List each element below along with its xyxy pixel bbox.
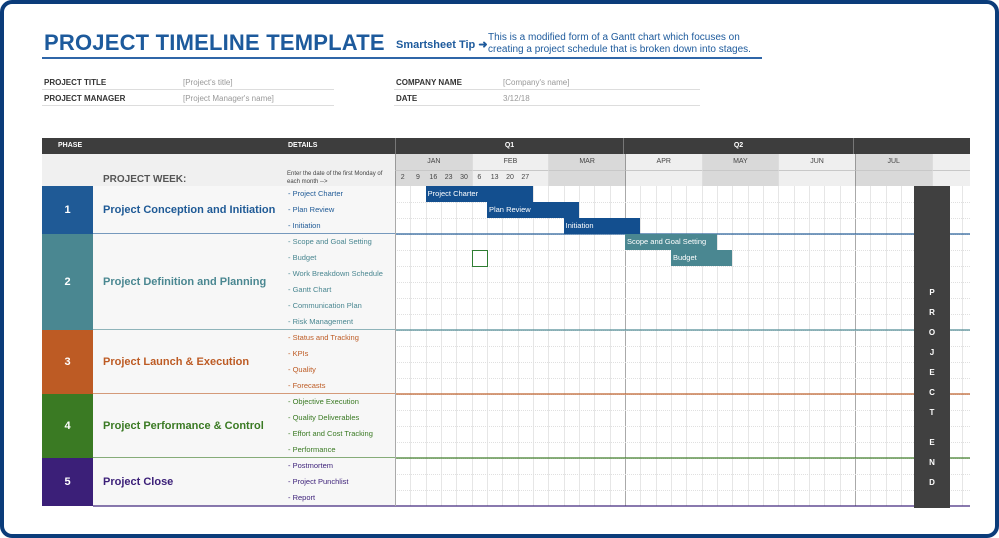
week-row-cell <box>548 170 625 186</box>
week-number[interactable]: 6 <box>472 170 487 186</box>
grid-divider <box>395 186 396 506</box>
gantt-bar[interactable]: Budget <box>670 250 733 266</box>
phase-name: Project Conception and Initiation <box>93 186 285 234</box>
grid-row-line <box>395 490 970 491</box>
details-header: DETAILS <box>288 142 318 149</box>
phase-separator <box>93 505 970 507</box>
month-header: FEB <box>471 154 549 170</box>
phase-number: 5 <box>42 458 93 506</box>
quarter-header: Q2 <box>623 138 853 154</box>
grid-row-line <box>395 202 970 203</box>
grid-row-line <box>395 346 970 347</box>
phase-name: Project Performance & Control <box>93 394 285 458</box>
week-number[interactable]: 9 <box>410 170 425 186</box>
company-name-label: COMPANY NAME <box>396 78 462 87</box>
date-field[interactable]: 3/12/18 <box>503 94 530 103</box>
phase-detail-item: - Project Punchlist <box>285 474 395 490</box>
phase-name: Project Close <box>93 458 285 506</box>
week-row-cell <box>778 170 855 186</box>
month-header: JAN <box>395 154 472 170</box>
week-hint: Enter the date of the first Monday of ea… <box>287 171 383 185</box>
phase-detail-item: - Gantt Chart <box>285 282 395 298</box>
month-header <box>931 154 970 170</box>
week-row-cell <box>931 170 970 186</box>
grid-row-line <box>395 426 970 427</box>
month-header: MAR <box>548 154 625 170</box>
phase-detail-item: - Scope and Goal Setting <box>285 234 395 250</box>
gantt-bar[interactable]: Initiation <box>563 218 641 234</box>
gantt-bar[interactable]: Scope and Goal Setting <box>624 234 717 250</box>
week-number[interactable]: 2 <box>395 170 410 186</box>
tip-label: Smartsheet Tip ➜ <box>396 39 488 51</box>
phase-detail-item: - KPIs <box>285 346 395 362</box>
week-row-cell <box>701 170 779 186</box>
phase-detail-item: - Report <box>285 490 395 506</box>
grid-row-line <box>395 442 970 443</box>
week-number[interactable]: 13 <box>487 170 502 186</box>
phase-detail-item: - Forecasts <box>285 378 395 394</box>
phase-detail-item: - Risk Management <box>285 314 395 330</box>
phase-name: Project Definition and Planning <box>93 234 285 330</box>
week-number[interactable]: 16 <box>426 170 441 186</box>
company-name-field[interactable]: [Company's name] <box>503 78 569 87</box>
phase-detail-item: - Objective Execution <box>285 394 395 410</box>
phase-detail-item: - Initiation <box>285 218 395 234</box>
week-number[interactable]: 23 <box>441 170 456 186</box>
title-rule <box>42 57 762 59</box>
page-title: PROJECT TIMELINE TEMPLATE <box>44 30 385 55</box>
phase-detail-item: - Work Breakdown Schedule <box>285 266 395 282</box>
grid-row-line <box>395 314 970 315</box>
week-number[interactable]: 27 <box>518 170 533 186</box>
project-week-label: PROJECT WEEK: <box>103 174 187 185</box>
month-header: JUL <box>854 154 932 170</box>
grid-row-line <box>395 474 970 475</box>
phase-detail-item: - Performance <box>285 442 395 458</box>
grid-row-line <box>395 410 970 411</box>
gantt-bar[interactable]: Project Charter <box>425 186 533 202</box>
project-end-marker: P R O J E C T E N D <box>914 186 950 508</box>
week-number[interactable]: 20 <box>502 170 517 186</box>
project-manager-field[interactable]: [Project Manager's name] <box>183 94 274 103</box>
grid-row-line <box>395 362 970 363</box>
phase-detail-item: - Quality Deliverables <box>285 410 395 426</box>
phase-number: 4 <box>42 394 93 458</box>
grid-row-line <box>395 298 970 299</box>
phase-detail-item: - Status and Tracking <box>285 330 395 346</box>
phase-number: 3 <box>42 330 93 394</box>
gantt-bar[interactable]: Plan Review <box>486 202 579 218</box>
project-title-label: PROJECT TITLE <box>44 78 107 87</box>
week-number[interactable]: 30 <box>456 170 471 186</box>
quarter-header: Q1 <box>395 138 623 154</box>
phase-detail-item: - Effort and Cost Tracking <box>285 426 395 442</box>
month-header: APR <box>624 154 702 170</box>
phase-number: 1 <box>42 186 93 234</box>
week-row-cell <box>854 170 932 186</box>
phase-detail-item: - Postmortem <box>285 458 395 474</box>
phase-number: 2 <box>42 234 93 330</box>
phase-detail-item: - Project Charter <box>285 186 395 202</box>
project-manager-label: PROJECT MANAGER <box>44 94 126 103</box>
grid-row-line <box>395 282 970 283</box>
quarter-header <box>853 138 970 154</box>
phase-detail-item: - Budget <box>285 250 395 266</box>
phase-detail-item: - Communication Plan <box>285 298 395 314</box>
phase-detail-item: - Quality <box>285 362 395 378</box>
phase-name: Project Launch & Execution <box>93 330 285 394</box>
month-header: MAY <box>701 154 779 170</box>
tip-text: This is a modified form of a Gantt chart… <box>488 32 751 55</box>
project-title-field[interactable]: [Project's title] <box>183 78 233 87</box>
phase-detail-item: - Plan Review <box>285 202 395 218</box>
date-label: DATE <box>396 94 418 103</box>
selected-cell[interactable] <box>471 250 488 267</box>
week-row-cell <box>624 170 702 186</box>
phase-header: PHASE <box>58 142 83 149</box>
grid-row-line <box>395 218 970 219</box>
project-end-label: P R O J E C T E N D <box>928 288 936 487</box>
month-header: JUN <box>778 154 855 170</box>
grid-row-line <box>395 378 970 379</box>
